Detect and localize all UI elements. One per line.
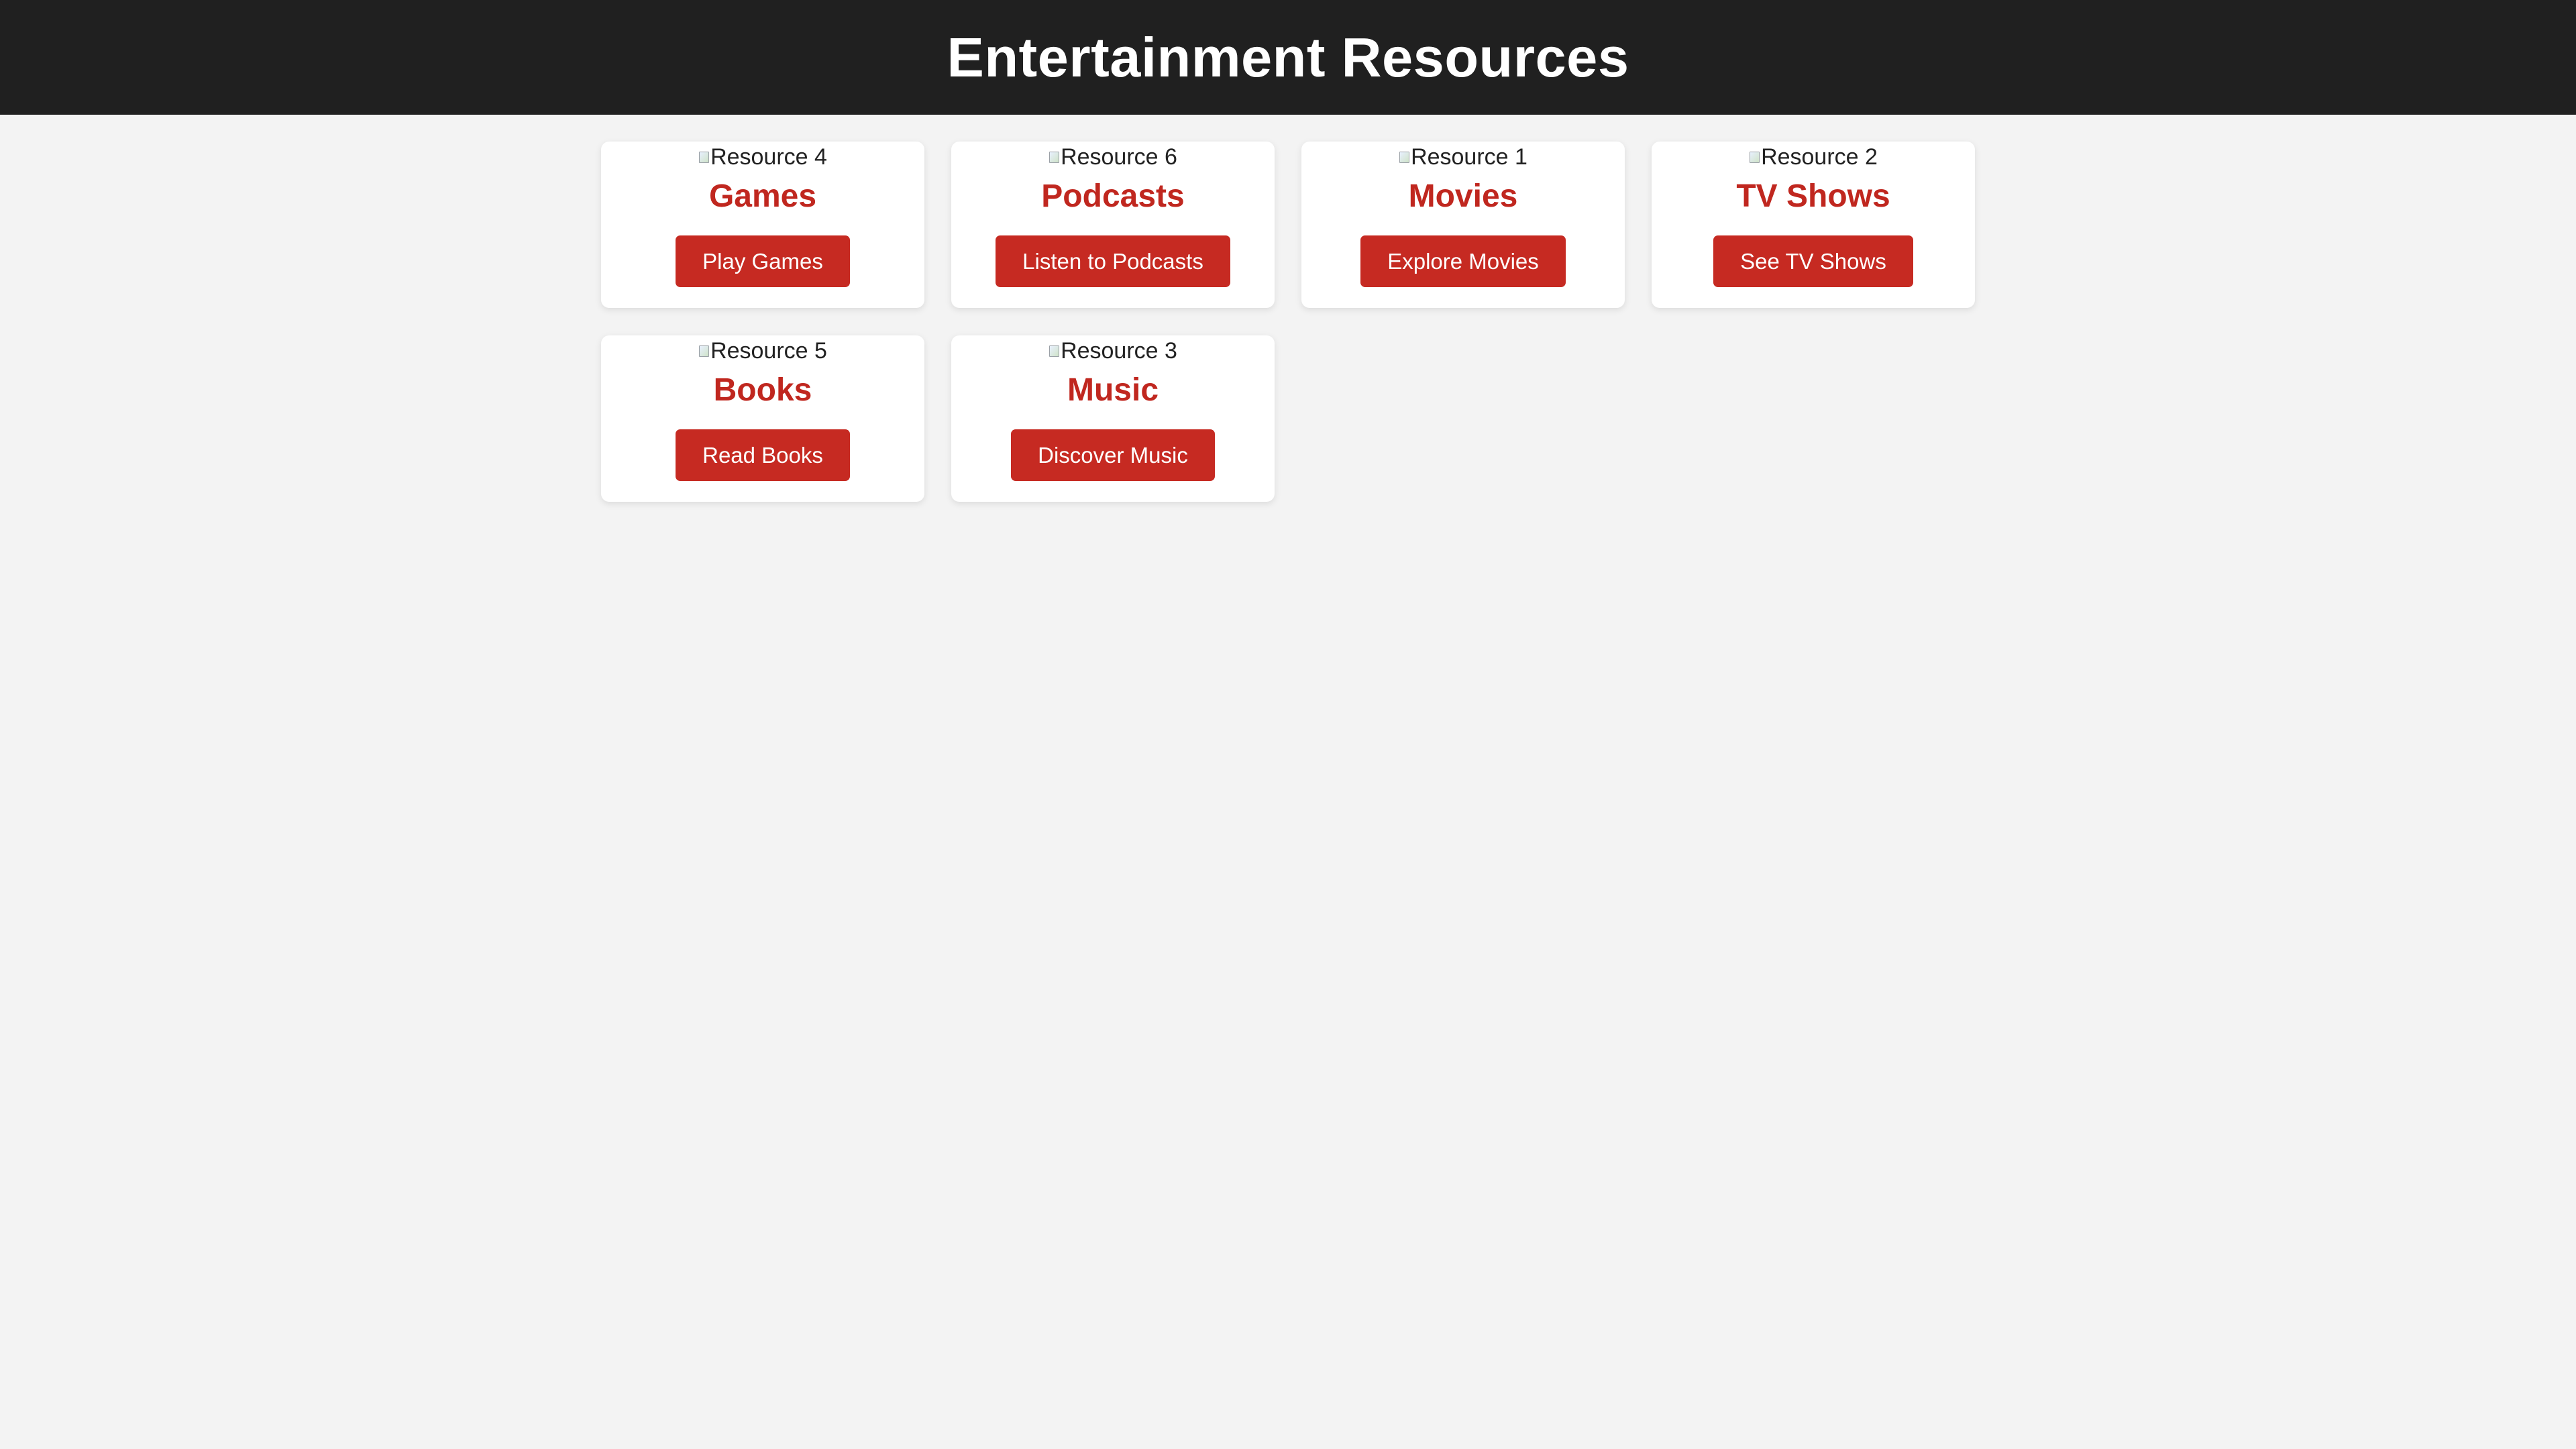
resource-image: Resource 5 [698,337,827,364]
resource-image-alt: Resource 5 [710,338,827,364]
resource-card-tv-shows: Resource 2 TV Shows See TV Shows [1652,142,1975,308]
broken-image-icon [698,344,710,358]
resource-image-alt: Resource 4 [710,144,827,170]
broken-image-icon [1049,344,1060,358]
resource-grid: Resource 4 Games Play Games Resource 6 P… [601,142,1975,502]
resource-image-alt: Resource 6 [1061,144,1177,170]
play-games-button[interactable]: Play Games [676,235,850,287]
resource-image: Resource 3 [1049,337,1177,364]
resource-image-alt: Resource 3 [1061,338,1177,364]
card-title: Books [713,372,812,408]
resource-card-podcasts: Resource 6 Podcasts Listen to Podcasts [951,142,1275,308]
see-tv-shows-button[interactable]: See TV Shows [1713,235,1913,287]
resource-image: Resource 2 [1749,144,1878,170]
resource-image-alt: Resource 1 [1411,144,1527,170]
broken-image-icon [698,150,710,164]
resource-image: Resource 1 [1399,144,1527,170]
broken-image-icon [1049,150,1060,164]
card-title: Games [708,178,817,214]
page-header: Entertainment Resources [0,0,2576,115]
resource-card-music: Resource 3 Music Discover Music [951,335,1275,502]
resource-image: Resource 6 [1049,144,1177,170]
broken-image-icon [1749,150,1760,164]
card-title: Music [1067,372,1159,408]
listen-to-podcasts-button[interactable]: Listen to Podcasts [996,235,1230,287]
explore-movies-button[interactable]: Explore Movies [1360,235,1566,287]
card-title: TV Shows [1736,178,1890,214]
page-title: Entertainment Resources [947,25,1629,89]
resource-image: Resource 4 [698,144,827,170]
card-title: Movies [1408,178,1518,214]
read-books-button[interactable]: Read Books [676,429,850,481]
resource-card-games: Resource 4 Games Play Games [601,142,924,308]
card-title: Podcasts [1041,178,1185,214]
resource-image-alt: Resource 2 [1761,144,1878,170]
broken-image-icon [1399,150,1410,164]
discover-music-button[interactable]: Discover Music [1011,429,1215,481]
resource-card-books: Resource 5 Books Read Books [601,335,924,502]
resource-card-movies: Resource 1 Movies Explore Movies [1301,142,1625,308]
